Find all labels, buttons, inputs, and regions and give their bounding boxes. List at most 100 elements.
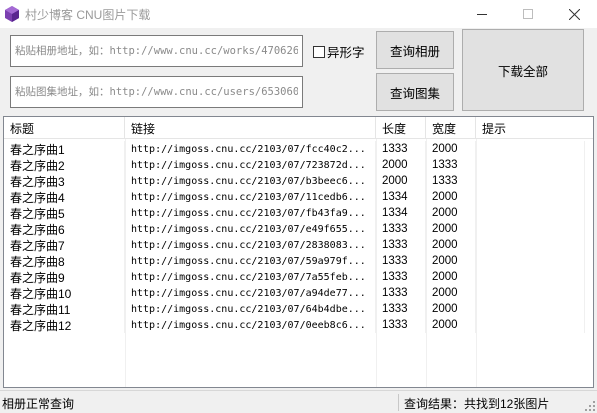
row-width-cell: 1333 <box>426 173 476 189</box>
row-title-cell: 春之序曲8 <box>4 253 125 269</box>
row-length-cell: 1333 <box>376 253 426 269</box>
row-length-cell: 2000 <box>376 157 426 173</box>
row-title-cell: 春之序曲9 <box>4 269 125 285</box>
album-url-input[interactable] <box>15 45 298 57</box>
minimize-button[interactable] <box>459 0 505 28</box>
row-tip-cell <box>476 205 585 221</box>
row-link-cell: http://imgoss.cnu.cc/2103/07/fb43fa9... <box>125 205 376 221</box>
row-width-cell: 2000 <box>426 301 476 317</box>
row-width-cell: 2000 <box>426 269 476 285</box>
table-row[interactable]: 春之序曲10 http://imgoss.cnu.cc/2103/07/a94de… <box>4 285 593 301</box>
window-title: 村少博客 CNU图片下载 <box>25 8 151 22</box>
status-bar: 相册正常查询 查询结果：共找到12张图片 <box>0 390 597 413</box>
table-row[interactable]: 春之序曲6 http://imgoss.cnu.cc/2103/07/e49f65… <box>4 221 593 237</box>
row-width-cell: 2000 <box>426 237 476 253</box>
query-collection-button[interactable]: 查询图集 <box>376 73 454 111</box>
row-width-cell: 2000 <box>426 205 476 221</box>
status-message: 相册正常查询 <box>2 397 75 411</box>
row-length-cell: 1333 <box>376 237 426 253</box>
close-icon <box>568 8 580 20</box>
row-title-cell: 春之序曲7 <box>4 237 125 253</box>
row-title-cell: 春之序曲2 <box>4 157 125 173</box>
list-rows: 春之序曲1 http://imgoss.cnu.cc/2103/07/fcc40c… <box>4 141 593 333</box>
checkbox-box[interactable] <box>313 45 325 58</box>
row-link-cell: http://imgoss.cnu.cc/2103/07/b3beec6... <box>125 173 376 189</box>
row-link-cell: http://imgoss.cnu.cc/2103/07/11cedb6... <box>125 189 376 205</box>
row-tip-cell <box>476 253 585 269</box>
status-divider <box>398 394 399 411</box>
column-header-width[interactable]: 宽度 <box>426 117 476 139</box>
row-tip-cell <box>476 173 585 189</box>
table-row[interactable]: 春之序曲1 http://imgoss.cnu.cc/2103/07/fcc40c… <box>4 141 593 157</box>
column-header-link[interactable]: 链接 <box>125 117 376 139</box>
row-title-cell: 春之序曲11 <box>4 301 125 317</box>
row-title-cell: 春之序曲6 <box>4 221 125 237</box>
row-link-cell: http://imgoss.cnu.cc/2103/07/a94de77... <box>125 285 376 301</box>
minimize-icon <box>477 14 487 15</box>
row-link-cell: http://imgoss.cnu.cc/2103/07/2838083... <box>125 237 376 253</box>
list-header: 标题 链接 长度 宽度 提示 <box>4 117 593 139</box>
row-length-cell: 1334 <box>376 189 426 205</box>
maximize-button[interactable] <box>505 0 551 28</box>
row-link-cell: http://imgoss.cnu.cc/2103/07/0eeb8c6... <box>125 317 376 333</box>
results-list[interactable]: 标题 链接 长度 宽度 提示 春之序曲1 http://imgoss.cnu.cc… <box>3 116 594 388</box>
row-title-cell: 春之序曲5 <box>4 205 125 221</box>
row-link-cell: http://imgoss.cnu.cc/2103/07/fcc40c2... <box>125 141 376 157</box>
row-link-cell: http://imgoss.cnu.cc/2103/07/59a979f... <box>125 253 376 269</box>
album-url-field[interactable] <box>10 35 303 67</box>
row-tip-cell <box>476 189 585 205</box>
collection-url-field[interactable] <box>10 76 303 108</box>
row-length-cell: 1334 <box>376 205 426 221</box>
status-result: 查询结果：共找到12张图片 <box>404 397 550 411</box>
column-header-tip[interactable]: 提示 <box>476 117 585 139</box>
table-row[interactable]: 春之序曲2 http://imgoss.cnu.cc/2103/07/723872… <box>4 157 593 173</box>
row-width-cell: 2000 <box>426 253 476 269</box>
table-row[interactable]: 春之序曲8 http://imgoss.cnu.cc/2103/07/59a979… <box>4 253 593 269</box>
table-row[interactable]: 春之序曲4 http://imgoss.cnu.cc/2103/07/11cedb… <box>4 189 593 205</box>
collection-url-input[interactable] <box>15 86 298 98</box>
row-width-cell: 2000 <box>426 221 476 237</box>
row-length-cell: 2000 <box>376 173 426 189</box>
table-row[interactable]: 春之序曲11 http://imgoss.cnu.cc/2103/07/64b4d… <box>4 301 593 317</box>
row-tip-cell <box>476 157 585 173</box>
row-tip-cell <box>476 317 585 333</box>
row-tip-cell <box>476 237 585 253</box>
variant-font-label: 异形字 <box>327 46 365 60</box>
table-row[interactable]: 春之序曲12 http://imgoss.cnu.cc/2103/07/0eeb8… <box>4 317 593 333</box>
row-tip-cell <box>476 221 585 237</box>
variant-font-checkbox[interactable]: 异形字 <box>313 42 365 61</box>
row-length-cell: 1333 <box>376 301 426 317</box>
column-header-length[interactable]: 长度 <box>376 117 426 139</box>
row-length-cell: 1333 <box>376 285 426 301</box>
table-row[interactable]: 春之序曲7 http://imgoss.cnu.cc/2103/07/283808… <box>4 237 593 253</box>
row-width-cell: 1333 <box>426 157 476 173</box>
column-header-title[interactable]: 标题 <box>4 117 125 139</box>
row-link-cell: http://imgoss.cnu.cc/2103/07/723872d... <box>125 157 376 173</box>
download-all-button[interactable]: 下载全部 <box>462 29 584 111</box>
row-link-cell: http://imgoss.cnu.cc/2103/07/64b4dbe... <box>125 301 376 317</box>
row-width-cell: 2000 <box>426 285 476 301</box>
row-width-cell: 2000 <box>426 317 476 333</box>
row-length-cell: 1333 <box>376 269 426 285</box>
row-title-cell: 春之序曲4 <box>4 189 125 205</box>
row-tip-cell <box>476 269 585 285</box>
row-link-cell: http://imgoss.cnu.cc/2103/07/e49f655... <box>125 221 376 237</box>
maximize-icon <box>523 9 533 19</box>
table-row[interactable]: 春之序曲5 http://imgoss.cnu.cc/2103/07/fb43fa… <box>4 205 593 221</box>
row-title-cell: 春之序曲1 <box>4 141 125 157</box>
row-length-cell: 1333 <box>376 317 426 333</box>
row-width-cell: 2000 <box>426 189 476 205</box>
close-button[interactable] <box>551 0 597 28</box>
app-logo-icon <box>5 6 19 22</box>
row-tip-cell <box>476 141 585 157</box>
row-tip-cell <box>476 285 585 301</box>
row-tip-cell <box>476 301 585 317</box>
resize-grip-icon[interactable] <box>585 401 595 411</box>
title-bar[interactable]: 村少博客 CNU图片下载 <box>0 0 597 28</box>
table-row[interactable]: 春之序曲3 http://imgoss.cnu.cc/2103/07/b3beec… <box>4 173 593 189</box>
table-row[interactable]: 春之序曲9 http://imgoss.cnu.cc/2103/07/7a55fe… <box>4 269 593 285</box>
row-width-cell: 2000 <box>426 141 476 157</box>
row-length-cell: 1333 <box>376 221 426 237</box>
query-album-button[interactable]: 查询相册 <box>376 31 454 69</box>
row-link-cell: http://imgoss.cnu.cc/2103/07/7a55feb... <box>125 269 376 285</box>
